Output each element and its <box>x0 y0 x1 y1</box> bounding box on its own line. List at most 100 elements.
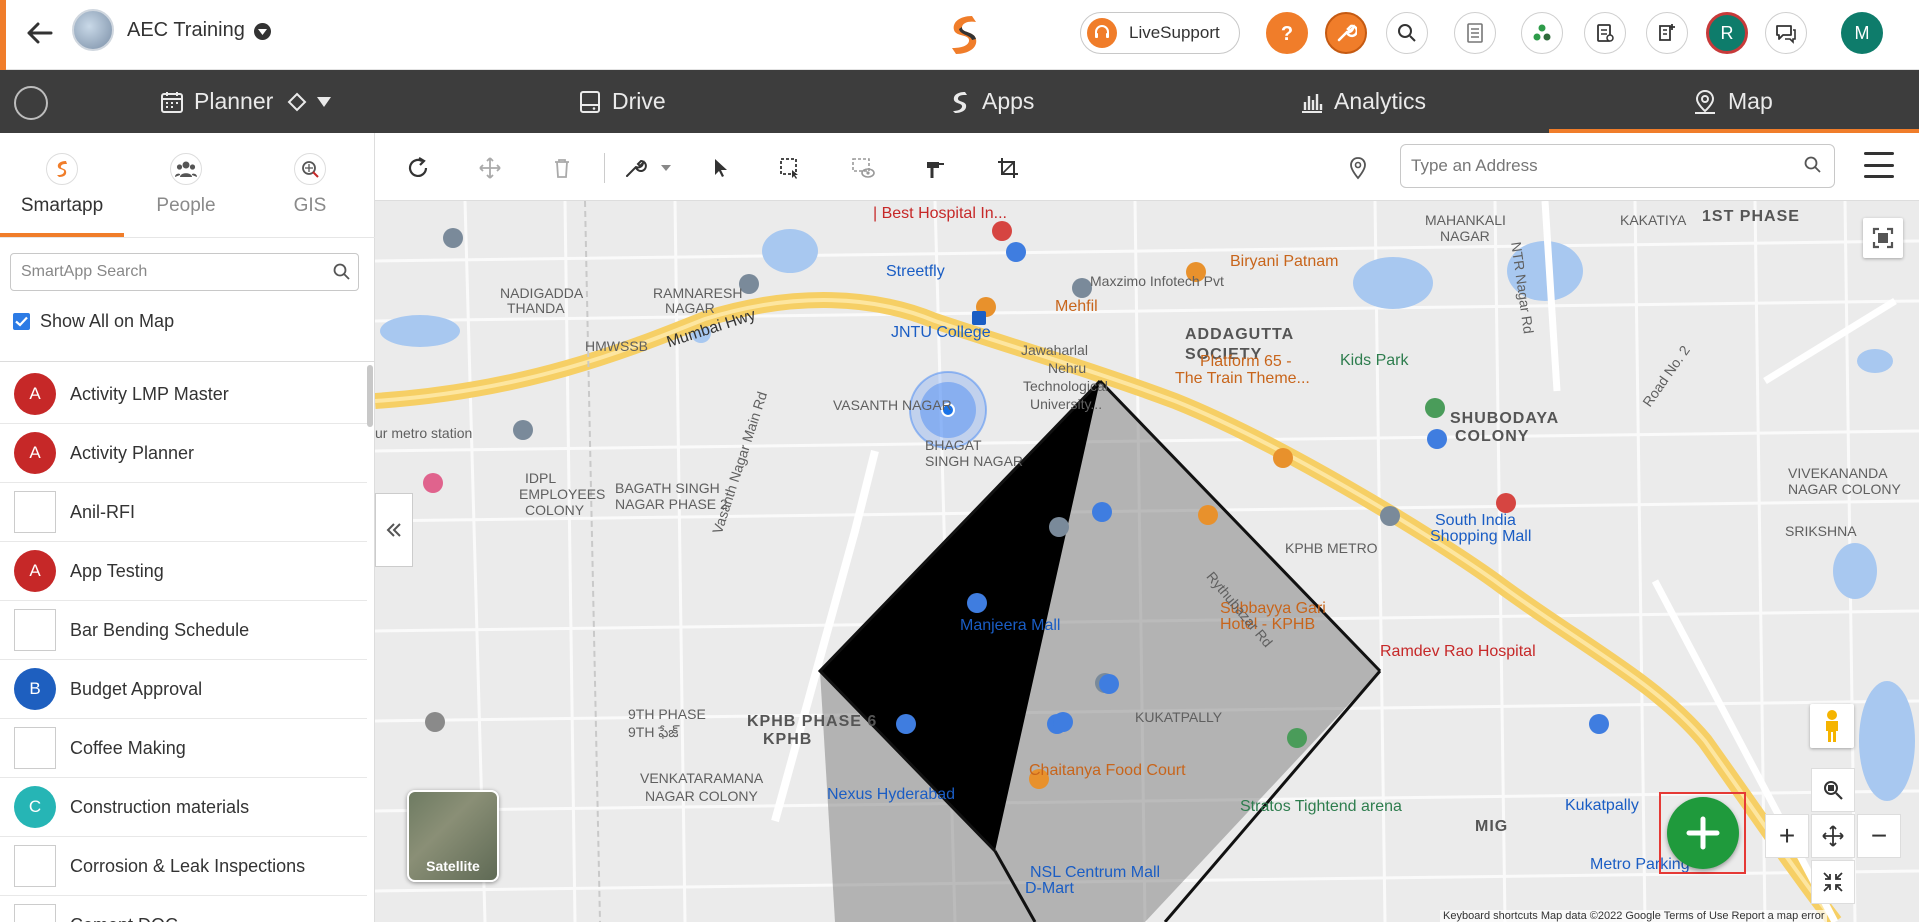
collapse-view-icon[interactable] <box>1811 860 1855 904</box>
list-item[interactable]: Anil-RFI <box>0 483 367 542</box>
list-item[interactable]: Corrosion & Leak Inspections <box>0 837 367 896</box>
list-item[interactable]: Coffee Making <box>0 719 367 778</box>
search-icon[interactable] <box>1386 12 1428 54</box>
divider <box>0 237 375 238</box>
list-item[interactable]: A Activity LMP Master <box>0 365 367 424</box>
nav-planner[interactable]: Planner <box>160 70 332 133</box>
collapse-sidebar-button[interactable] <box>375 493 413 567</box>
nav-map[interactable]: Map <box>1692 70 1773 133</box>
map-label: NAGAR COLONY <box>1788 481 1901 497</box>
map-label: Technological <box>1023 378 1108 394</box>
zoom-area-icon[interactable] <box>1811 768 1855 812</box>
map-label: KUKATPALLY <box>1135 709 1223 725</box>
map-label: NSL Centrum Mall <box>1030 864 1161 881</box>
nav-analytics[interactable]: Analytics <box>1300 70 1426 133</box>
map-label: Platform 65 - <box>1200 353 1292 370</box>
nav-apps-label: Apps <box>982 88 1035 114</box>
smartapp-search-input[interactable] <box>10 253 359 291</box>
tab-people-label: People <box>156 195 216 216</box>
map-label: KPHB <box>763 731 813 748</box>
app-avatar <box>14 491 56 533</box>
satellite-toggle-button[interactable]: Satellite <box>407 790 499 882</box>
list-item[interactable]: Bar Bending Schedule <box>0 601 367 660</box>
move-icon[interactable] <box>475 153 505 183</box>
project-dropdown-icon[interactable] <box>254 23 271 40</box>
sidebar-scrollbar[interactable] <box>367 365 373 427</box>
pan-icon[interactable] <box>1811 814 1855 858</box>
map-label: Kids Park <box>1340 352 1409 369</box>
app-avatar <box>14 727 56 769</box>
forms-icon[interactable] <box>1454 12 1496 54</box>
user-avatar-m[interactable]: M <box>1841 12 1883 54</box>
map-label: VENKATARAMANA <box>640 770 764 786</box>
nav-drive-label: Drive <box>612 88 666 114</box>
map-label: EMPLOYEES <box>519 486 606 502</box>
zoom-out-icon[interactable]: − <box>1857 814 1901 858</box>
map-label: VASANTH NAGAR <box>833 397 952 413</box>
list-item[interactable]: A App Testing <box>0 542 367 601</box>
show-all-toggle[interactable]: Show All on Map <box>13 311 174 332</box>
document-icon[interactable] <box>1584 12 1626 54</box>
address-search-input[interactable] <box>1400 144 1835 188</box>
map-label: KPHB PHASE 6 <box>747 713 878 730</box>
planner-dropdown-icon[interactable] <box>317 96 332 107</box>
map-label: NAGAR COLONY <box>645 788 758 804</box>
app-avatar: A <box>14 550 56 592</box>
nav-drive[interactable]: Drive <box>578 70 666 133</box>
delete-icon[interactable] <box>547 153 577 183</box>
crop-icon[interactable] <box>993 153 1023 183</box>
app-avatar <box>14 609 56 651</box>
map-label: | Best Hospital In... <box>873 205 1007 222</box>
app-logo-icon <box>942 12 986 56</box>
map-label: Maxzimo Infotech Pvt <box>1090 273 1224 289</box>
diamond-icon[interactable] <box>287 92 307 112</box>
app-avatar: A <box>14 373 56 415</box>
menu-icon[interactable] <box>1864 152 1894 178</box>
box-select-icon[interactable] <box>775 153 805 183</box>
add-button[interactable] <box>1667 797 1739 869</box>
back-arrow-icon[interactable] <box>24 17 56 49</box>
list-item[interactable]: C Construction materials <box>0 778 367 837</box>
street-view-pegman-icon[interactable] <box>1810 704 1854 748</box>
zoom-in-icon[interactable]: + <box>1765 814 1809 858</box>
chat-icon[interactable] <box>1765 12 1807 54</box>
live-support-button[interactable]: LiveSupport <box>1080 12 1240 54</box>
list-item-label: Activity Planner <box>70 442 195 463</box>
tab-gis[interactable]: GIS <box>248 133 372 237</box>
search-icon[interactable] <box>1804 156 1822 179</box>
fullscreen-icon[interactable] <box>1863 218 1903 258</box>
map-label: Kukatpally <box>1565 797 1639 814</box>
map-label: THANDA <box>507 300 565 316</box>
map-label: BAGATH SINGH <box>615 480 720 496</box>
task-list-icon[interactable] <box>1646 12 1688 54</box>
divider <box>0 361 375 362</box>
help-icon[interactable]: ? <box>1266 12 1308 54</box>
project-title[interactable]: AEC Training <box>127 19 245 42</box>
map-label: Biryani Patnam <box>1230 253 1339 270</box>
checkbox-checked-icon[interactable] <box>13 313 30 330</box>
wrench-dropdown-icon[interactable] <box>651 153 681 183</box>
map-label: Manjeera Mall <box>960 617 1061 634</box>
refresh-icon[interactable] <box>403 153 433 183</box>
area-view-icon[interactable] <box>848 153 878 183</box>
wrench-icon[interactable] <box>620 153 650 183</box>
hammer-icon[interactable] <box>921 153 951 183</box>
nav-apps[interactable]: Apps <box>948 70 1034 133</box>
list-item-label: Construction materials <box>70 796 250 817</box>
project-avatar[interactable] <box>72 9 114 51</box>
network-icon[interactable] <box>1521 12 1563 54</box>
tab-smartapp[interactable]: Smartapp <box>0 133 124 237</box>
user-avatar-r[interactable]: R <box>1706 12 1748 54</box>
map-pin-icon <box>1692 89 1718 115</box>
list-item[interactable]: Cement DOC <box>0 896 367 922</box>
tab-people[interactable]: People <box>124 133 248 237</box>
select-pointer-icon[interactable] <box>706 153 736 183</box>
home-icon[interactable] <box>14 86 48 120</box>
list-item[interactable]: B Budget Approval <box>0 660 367 719</box>
location-pin-icon[interactable] <box>1343 153 1373 183</box>
search-icon[interactable] <box>333 263 351 286</box>
map-label: BHAGAT <box>925 437 982 453</box>
list-item[interactable]: A Activity Planner <box>0 424 367 483</box>
accent-stripe <box>0 0 6 70</box>
tools-icon[interactable] <box>1325 12 1367 54</box>
